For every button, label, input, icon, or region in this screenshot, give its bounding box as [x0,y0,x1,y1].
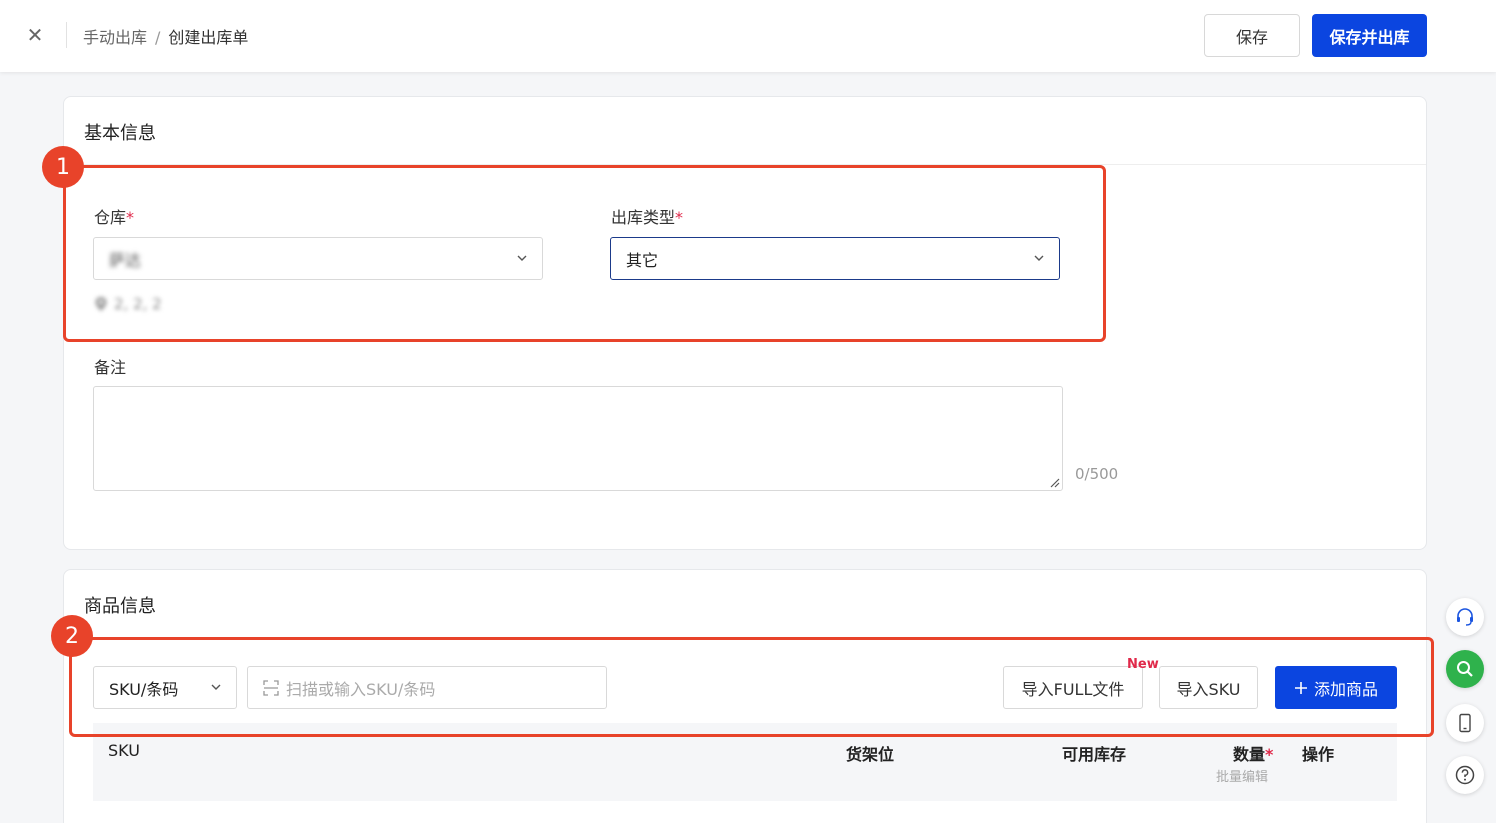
highlight-box-2 [69,637,1434,737]
headset-icon [1457,608,1473,626]
breadcrumb: 手动出库 / 创建出库单 [83,24,248,48]
breadcrumb-parent[interactable]: 手动出库 [83,28,147,47]
close-icon[interactable]: ✕ [24,24,46,46]
column-sku: SKU [108,741,140,760]
breadcrumb-separator: / [155,28,161,47]
mobile-float-button[interactable] [1446,704,1484,742]
column-available-stock: 可用库存 [1062,745,1127,764]
save-button[interactable]: 保存 [1204,14,1300,57]
customer-service-button[interactable] [1446,598,1484,636]
search-float-button[interactable] [1446,650,1484,688]
remark-char-counter: 0/500 [1075,465,1119,483]
basic-info-title: 基本信息 [84,123,156,144]
resize-handle-icon[interactable] [1048,476,1060,488]
highlight-box-1 [63,165,1106,342]
column-action: 操作 [1302,745,1335,764]
column-quantity: 数量* [1233,745,1274,764]
save-and-outbound-button[interactable]: 保存并出库 [1312,14,1427,57]
batch-edit-link[interactable]: 批量编辑 [1216,766,1268,785]
goods-info-title: 商品信息 [84,596,156,617]
annotation-badge-2: 2 [51,615,93,657]
help-float-button[interactable] [1446,756,1484,794]
breadcrumb-current: 创建出库单 [168,28,249,47]
top-bar: ✕ 手动出库 / 创建出库单 保存 保存并出库 [0,0,1496,72]
remark-textarea[interactable] [93,386,1063,491]
remark-label: 备注 [94,358,127,377]
search-icon [1457,661,1473,677]
column-shelf: 货架位 [846,745,895,764]
mobile-phone-icon [1459,713,1471,733]
annotation-badge-1: 1 [42,146,84,188]
header-divider [66,22,67,48]
help-icon [1455,765,1475,785]
